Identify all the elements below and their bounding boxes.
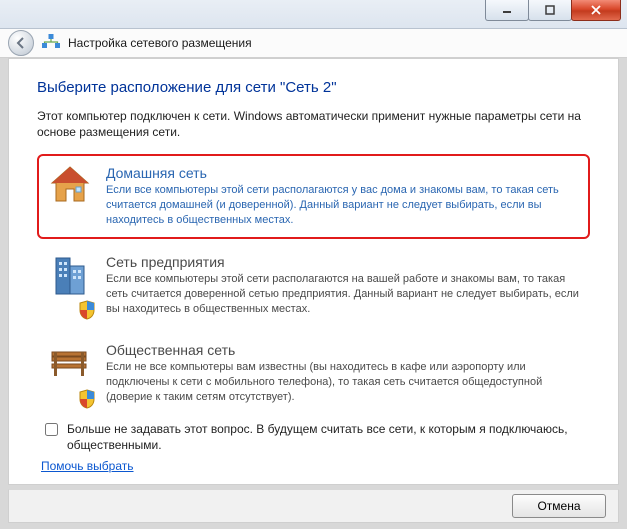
arrow-left-icon bbox=[15, 37, 27, 49]
dialog-window: Настройка сетевого размещения Выберите р… bbox=[0, 0, 627, 529]
option-work-network[interactable]: Сеть предприятия Если все компьютеры это… bbox=[37, 243, 590, 328]
office-building-icon bbox=[48, 254, 92, 317]
minimize-button[interactable] bbox=[485, 0, 529, 21]
option-home-text: Домашняя сеть Если все компьютеры этой с… bbox=[106, 165, 579, 228]
maximize-button[interactable] bbox=[528, 0, 572, 21]
dont-ask-checkbox-row: Больше не задавать этот вопрос. В будуще… bbox=[41, 422, 590, 453]
option-home-desc: Если все компьютеры этой сети располагаю… bbox=[106, 183, 579, 228]
option-public-title: Общественная сеть bbox=[106, 342, 579, 358]
option-home-network[interactable]: Домашняя сеть Если все компьютеры этой с… bbox=[37, 154, 590, 239]
option-public-network[interactable]: Общественная сеть Если не все компьютеры… bbox=[37, 331, 590, 416]
footer-bar: Отмена bbox=[8, 489, 619, 523]
network-center-icon bbox=[42, 34, 60, 53]
back-button[interactable] bbox=[8, 30, 34, 56]
titlebar bbox=[0, 0, 627, 29]
help-choose-link[interactable]: Помочь выбрать bbox=[41, 459, 134, 473]
page-heading: Выберите расположение для сети "Сеть 2" bbox=[37, 79, 590, 96]
dont-ask-label[interactable]: Больше не задавать этот вопрос. В будуще… bbox=[67, 422, 590, 453]
option-home-title: Домашняя сеть bbox=[106, 165, 579, 181]
option-work-text: Сеть предприятия Если все компьютеры это… bbox=[106, 254, 579, 317]
shield-icon bbox=[78, 300, 96, 320]
dont-ask-checkbox[interactable] bbox=[45, 423, 58, 436]
window-controls bbox=[486, 0, 621, 21]
intro-text: Этот компьютер подключен к сети. Windows… bbox=[37, 108, 590, 140]
wizard-title: Настройка сетевого размещения bbox=[68, 36, 252, 50]
option-public-desc: Если не все компьютеры вам известны (вы … bbox=[106, 360, 579, 405]
wizard-header: Настройка сетевого размещения bbox=[0, 29, 627, 58]
content-area: Выберите расположение для сети "Сеть 2" … bbox=[8, 58, 619, 485]
option-work-title: Сеть предприятия bbox=[106, 254, 579, 270]
house-icon bbox=[48, 165, 92, 228]
option-public-text: Общественная сеть Если не все компьютеры… bbox=[106, 342, 579, 405]
shield-icon bbox=[78, 389, 96, 409]
park-bench-icon bbox=[48, 342, 92, 405]
close-button[interactable] bbox=[571, 0, 621, 21]
option-work-desc: Если все компьютеры этой сети располагаю… bbox=[106, 272, 579, 317]
cancel-button[interactable]: Отмена bbox=[512, 494, 606, 518]
